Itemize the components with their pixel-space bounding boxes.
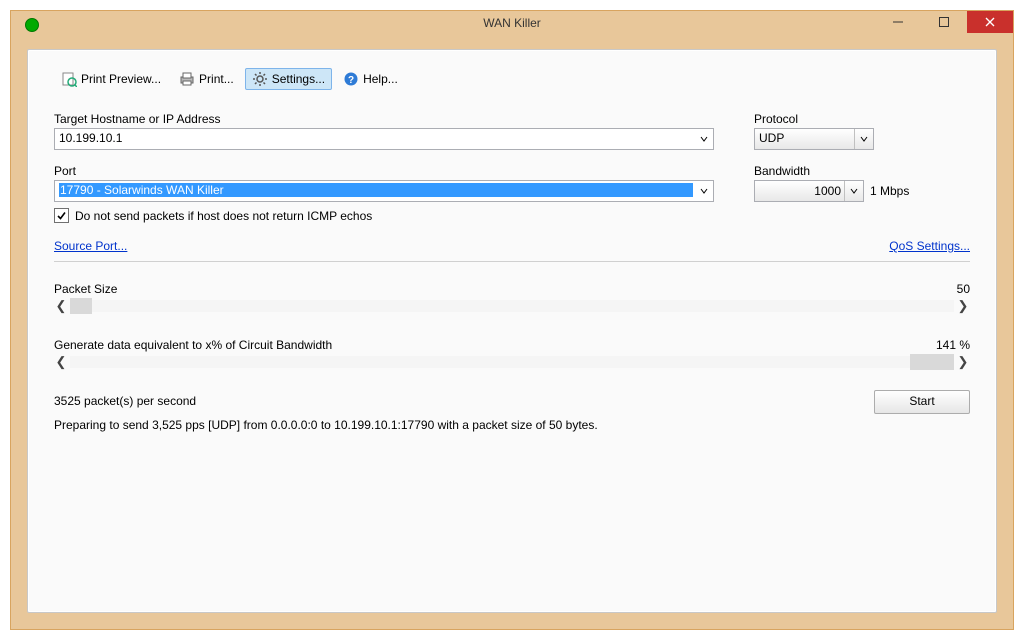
print-preview-icon: [61, 71, 77, 87]
help-icon: ?: [343, 71, 359, 87]
generate-header: Generate data equivalent to x% of Circui…: [54, 338, 970, 352]
slider-track[interactable]: [70, 300, 954, 312]
target-value: 10.199.10.1: [59, 131, 693, 145]
slider-track[interactable]: [70, 356, 954, 368]
slider-right-arrow-icon[interactable]: ❯: [956, 354, 970, 370]
chevron-down-icon[interactable]: [695, 181, 713, 201]
help-label: Help...: [363, 72, 398, 86]
settings-label: Settings...: [272, 72, 325, 86]
protocol-value: UDP: [759, 131, 853, 145]
icmp-checkbox-label: Do not send packets if host does not ret…: [75, 209, 372, 223]
source-port-link[interactable]: Source Port...: [54, 239, 127, 253]
slider-thumb[interactable]: [910, 354, 954, 370]
window-controls: [875, 11, 1013, 33]
help-button[interactable]: ? Help...: [336, 68, 405, 90]
bandwidth-input[interactable]: [755, 181, 845, 201]
slider-thumb[interactable]: [70, 298, 92, 314]
packet-size-value: 50: [957, 282, 970, 296]
toolbar: Print Preview... Print... Settings...: [54, 68, 970, 90]
protocol-label: Protocol: [754, 112, 970, 126]
settings-button[interactable]: Settings...: [245, 68, 332, 90]
bandwidth-spinner[interactable]: [754, 180, 864, 202]
bandwidth-label: Bandwidth: [754, 164, 970, 178]
print-preview-button[interactable]: Print Preview...: [54, 68, 168, 90]
slider-right-arrow-icon[interactable]: ❯: [956, 298, 970, 314]
print-button[interactable]: Print...: [172, 68, 241, 90]
start-button[interactable]: Start: [874, 390, 970, 414]
client-area: Print Preview... Print... Settings...: [27, 49, 997, 613]
row-target-protocol: Target Hostname or IP Address 10.199.10.…: [54, 112, 970, 150]
app-window: WAN Killer Print Preview...: [10, 10, 1014, 630]
slider-left-arrow-icon[interactable]: ❮: [54, 298, 68, 314]
packet-size-label: Packet Size: [54, 282, 117, 296]
icmp-checkbox-row: Do not send packets if host does not ret…: [54, 208, 970, 223]
generate-label: Generate data equivalent to x% of Circui…: [54, 338, 332, 352]
printer-icon: [179, 71, 195, 87]
status-line: Preparing to send 3,525 pps [UDP] from 0…: [54, 418, 970, 432]
slider-left-arrow-icon[interactable]: ❮: [54, 354, 68, 370]
svg-text:?: ?: [348, 75, 354, 86]
packet-size-header: Packet Size 50: [54, 282, 970, 296]
gear-icon: [252, 71, 268, 87]
close-button[interactable]: [967, 11, 1013, 33]
chevron-down-icon[interactable]: [844, 181, 863, 201]
print-label: Print...: [199, 72, 234, 86]
links-row: Source Port... QoS Settings...: [54, 239, 970, 253]
window-title: WAN Killer: [11, 16, 1013, 30]
generate-slider[interactable]: ❮ ❯: [54, 354, 970, 372]
bottom-panel: 3525 packet(s) per second Start Preparin…: [54, 394, 970, 432]
icmp-checkbox[interactable]: [54, 208, 69, 223]
port-combobox[interactable]: 17790 - Solarwinds WAN Killer: [54, 180, 714, 202]
qos-settings-link[interactable]: QoS Settings...: [889, 239, 970, 253]
row-port-bandwidth: Port 17790 - Solarwinds WAN Killer Bandw…: [54, 164, 970, 202]
minimize-button[interactable]: [875, 11, 921, 33]
separator: [54, 261, 970, 262]
print-preview-label: Print Preview...: [81, 72, 161, 86]
packet-size-slider[interactable]: ❮ ❯: [54, 298, 970, 316]
protocol-combobox[interactable]: UDP: [754, 128, 874, 150]
generate-value: 141 %: [936, 338, 970, 352]
target-combobox[interactable]: 10.199.10.1: [54, 128, 714, 150]
pps-readout: 3525 packet(s) per second: [54, 394, 970, 408]
chevron-down-icon[interactable]: [695, 129, 713, 149]
bandwidth-unit: 1 Mbps: [870, 184, 909, 198]
title-bar: WAN Killer: [11, 11, 1013, 39]
port-value: 17790 - Solarwinds WAN Killer: [59, 183, 693, 197]
maximize-button[interactable]: [921, 11, 967, 33]
port-label: Port: [54, 164, 714, 178]
target-label: Target Hostname or IP Address: [54, 112, 714, 126]
chevron-down-icon[interactable]: [854, 129, 873, 149]
